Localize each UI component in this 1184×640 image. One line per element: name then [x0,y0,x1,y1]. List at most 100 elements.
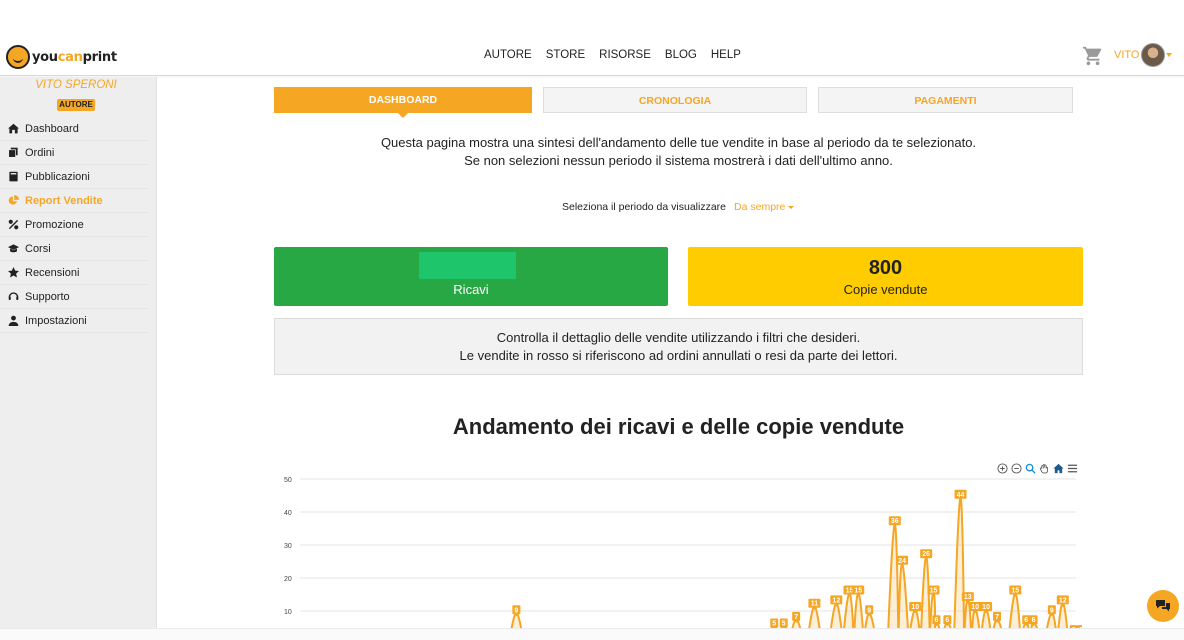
sidebar: VITO SPERONI AUTORE Dashboard Ordini Pub… [0,77,157,628]
data-label: 9 [514,607,518,614]
y-tick-label: 50 [284,477,292,484]
sidebar-user-name: VITO SPERONI [35,79,117,91]
period-value: Da sempre [734,201,786,213]
nav-blog[interactable]: BLOG [665,49,697,61]
nav-help[interactable]: HELP [711,49,741,61]
data-label: 6 [945,617,949,624]
sidebar-item-corsi[interactable]: Corsi [0,237,148,261]
percent-icon [6,218,20,232]
data-label: 9 [867,607,871,614]
period-dropdown[interactable]: Da sempre [734,201,795,213]
intro-text: Questa pagina mostra una sintesi dell'an… [274,134,1083,170]
sidebar-item-recensioni[interactable]: Recensioni [0,261,148,285]
sidebar-item-promozione[interactable]: Promozione [0,213,148,237]
sidebar-item-label: Impostazioni [25,314,87,327]
info-line-1: Controlla il dettaglio delle vendite uti… [496,330,861,345]
data-label: 12 [1059,597,1067,604]
data-label: 10 [971,604,979,611]
data-label: 7 [794,614,798,621]
logo[interactable]: youcanprint [6,45,117,69]
sidebar-item-label: Corsi [25,242,51,255]
y-tick-label: 10 [284,609,292,616]
tab-pagamenti[interactable]: PAGAMENTI [818,87,1073,113]
data-label: 36 [891,518,899,525]
data-label: 5 [772,621,776,628]
caret-down-icon [788,205,795,209]
data-label: 13 [964,594,972,601]
nav-store[interactable]: STORE [546,49,585,61]
copies-label: Copie vendute [843,282,928,297]
data-label: 15 [930,588,938,595]
info-line-2: Le vendite in rosso si riferiscono ad or… [459,348,898,363]
star-icon [6,266,20,280]
copy-icon [6,146,20,160]
chat-button[interactable] [1147,590,1179,622]
sales-chart: 102030405095 5711 1215 15936241026156 644131… [284,477,1082,628]
app-root: youcanprint AUTORE STORE RISORSE BLOG HE… [0,0,1184,640]
data-label: 24 [898,558,906,565]
sidebar-item-label: Dashboard [25,122,79,135]
sidebar-item-label: Pubblicazioni [25,170,90,183]
chevron-down-icon[interactable] [1166,53,1172,57]
period-label: Seleziona il periodo da visualizzare [562,201,727,213]
nav-autore[interactable]: AUTORE [484,49,532,61]
sidebar-item-label: Report Vendite [25,194,103,207]
sidebar-item-report-vendite[interactable]: Report Vendite [0,189,148,213]
chat-icon [1156,600,1170,612]
sidebar-item-label: Recensioni [25,266,80,279]
series-line [510,497,1069,628]
sidebar-item-label: Supporto [25,290,70,303]
home-icon [6,122,20,136]
revenue-card: Ricavi [274,247,668,306]
user-menu-name[interactable]: VITO [1114,49,1139,61]
data-label: 11 [811,601,819,608]
info-box: Controlla il dettaglio delle vendite uti… [274,318,1083,375]
headset-icon [6,290,20,304]
data-label: 6 [1032,617,1036,624]
data-label: 5 [782,621,786,628]
logo-icon [6,45,30,69]
revenue-value-redacted [419,252,516,279]
copies-card: 800 Copie vendute [688,247,1083,306]
revenue-label: Ricavi [453,282,489,297]
intro-line-2: Se non selezioni nessun periodo il siste… [464,153,893,168]
data-label: 10 [911,604,919,611]
sidebar-item-label: Promozione [25,218,84,231]
data-label: 6 [1024,617,1028,624]
role-badge: AUTORE [57,99,95,111]
data-label: 15 [854,588,862,595]
copies-value: 800 [868,257,903,279]
data-label: 7 [995,614,999,621]
data-label: 26 [922,551,930,558]
user-icon [6,314,20,328]
sidebar-item-dashboard[interactable]: Dashboard [0,117,148,141]
y-tick-label: 40 [284,510,292,517]
bottom-strip [0,628,1184,640]
period-selector: Seleziona il periodo da visualizzare Da s… [562,201,795,213]
sidebar-item-pubblicazioni[interactable]: Pubblicazioni [0,165,148,189]
nav-risorse[interactable]: RISORSE [599,49,651,61]
book-icon [6,170,20,184]
data-label: 6 [934,617,938,624]
avatar[interactable] [1141,43,1165,67]
graduation-cap-icon [6,242,20,256]
chart-title: Andamento dei ricavi e delle copie vendu… [452,414,905,439]
sidebar-item-impostazioni[interactable]: Impostazioni [0,309,148,333]
pie-chart-icon [6,194,20,208]
data-label: 9 [1050,607,1054,614]
sidebar-item-supporto[interactable]: Supporto [0,285,148,309]
y-tick-label: 20 [284,576,292,583]
data-label: 15 [1011,588,1019,595]
sidebar-item-ordini[interactable]: Ordini [0,141,148,165]
sidebar-menu: Dashboard Ordini Pubblicazioni Report Ve… [0,117,148,333]
data-label: 44 [957,492,965,499]
sidebar-item-label: Ordini [25,146,55,159]
data-label: 12 [832,597,840,604]
logo-text: youcanprint [32,49,117,65]
tab-dashboard[interactable]: DASHBOARD [274,87,532,118]
top-header: youcanprint AUTORE STORE RISORSE BLOG HE… [0,36,1184,76]
intro-line-1: Questa pagina mostra una sintesi dell'an… [380,135,977,150]
tab-cronologia[interactable]: CRONOLOGIA [543,87,807,113]
cart-icon[interactable] [1082,45,1104,67]
top-nav: AUTORE STORE RISORSE BLOG HELP [484,49,741,61]
